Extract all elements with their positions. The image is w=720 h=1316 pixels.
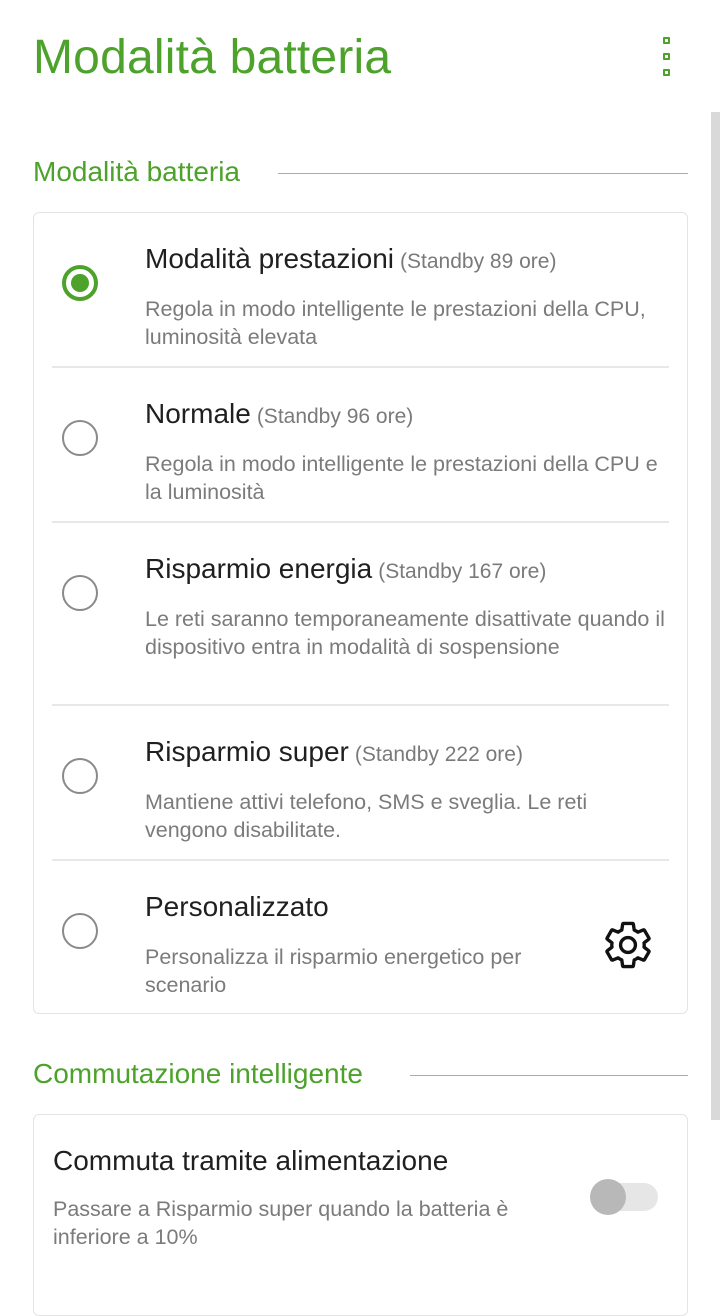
option-description: Le reti saranno temporaneamente disattiv… [145, 607, 665, 659]
section-header-battery-mode: Modalità batteria [33, 156, 688, 196]
option-power-saving[interactable]: Risparmio energia (Standby 167 ore) Le re… [34, 523, 687, 705]
radio-custom[interactable] [62, 913, 98, 949]
option-title: Risparmio energia (Standby 167 ore) [145, 553, 547, 584]
option-description: Regola in modo intelligente le prestazio… [145, 452, 658, 504]
option-description: Mantiene attivi telefono, SMS e sveglia.… [145, 790, 588, 842]
standby-label: (Standby 222 ore) [354, 743, 523, 766]
radio-super-saving[interactable] [62, 758, 98, 794]
option-super-saving[interactable]: Risparmio super (Standby 222 ore) Mantien… [34, 706, 687, 860]
radio-power-saving[interactable] [62, 575, 98, 611]
option-custom[interactable]: Personalizzato Personalizza il risparmio… [34, 861, 687, 1011]
overflow-menu-icon[interactable] [656, 36, 680, 80]
section-title: Commutazione intelligente [33, 1058, 363, 1089]
standby-label: (Standby 167 ore) [378, 560, 547, 583]
section-divider [410, 1075, 688, 1076]
power-switch-toggle[interactable] [590, 1179, 660, 1215]
section-header-smart-switch: Commutazione intelligente [33, 1058, 688, 1098]
gear-icon[interactable] [601, 918, 655, 972]
app-bar: Modalità batteria [0, 0, 720, 112]
option-performance[interactable]: Modalità prestazioni (Standby 89 ore) Reg… [34, 213, 687, 367]
switch-title: Commuta tramite alimentazione [53, 1145, 449, 1176]
section-divider [278, 173, 688, 174]
option-title: Risparmio super (Standby 222 ore) [145, 736, 523, 767]
option-title: Normale (Standby 96 ore) [145, 398, 414, 429]
section-title: Modalità batteria [33, 156, 241, 187]
scrollbar[interactable] [711, 112, 720, 1120]
option-description: Regola in modo intelligente le prestazio… [145, 297, 646, 349]
radio-performance[interactable] [62, 265, 98, 301]
smart-switch-card: Commuta tramite alimentazione Passare a … [33, 1114, 688, 1316]
option-title: Personalizzato [145, 891, 329, 922]
radio-normal[interactable] [62, 420, 98, 456]
standby-label: (Standby 96 ore) [256, 405, 414, 428]
switch-description: Passare a Risparmio super quando la batt… [53, 1197, 509, 1249]
battery-mode-card: Modalità prestazioni (Standby 89 ore) Reg… [33, 212, 688, 1014]
standby-label: (Standby 89 ore) [400, 250, 557, 273]
option-description: Personalizza il risparmio energetico per… [145, 945, 522, 997]
toggle-thumb [590, 1179, 626, 1215]
page-title: Modalità batteria [33, 31, 392, 84]
option-title: Modalità prestazioni (Standby 89 ore) [145, 243, 557, 274]
option-normal[interactable]: Normale (Standby 96 ore) Regola in modo i… [34, 368, 687, 522]
